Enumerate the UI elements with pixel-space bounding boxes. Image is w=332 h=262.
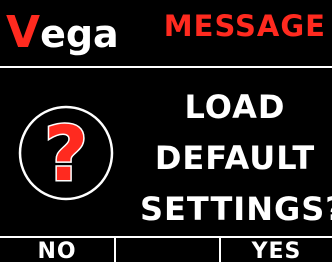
no-button[interactable]: NO xyxy=(0,238,114,262)
question-mark-icon-graphic: ? xyxy=(18,105,114,201)
yes-button[interactable]: YES xyxy=(221,238,332,262)
question-mark-icon: ? xyxy=(16,103,116,203)
device-screen: Vega MESSAGE ? LOAD DEFAULT SETTINGS? NO… xyxy=(0,0,332,262)
message-prompt: LOAD DEFAULT SETTINGS? xyxy=(140,82,332,235)
brand-logo-initial: V xyxy=(6,7,41,58)
header-divider xyxy=(0,66,332,68)
softkey-bar: NO YES xyxy=(0,236,332,262)
blank-softkey[interactable] xyxy=(116,238,219,262)
question-glyph: ? xyxy=(44,109,88,198)
header-bar: Vega MESSAGE xyxy=(0,0,332,66)
brand-logo: Vega xyxy=(6,6,119,60)
prompt-line-1: LOAD xyxy=(184,88,286,126)
prompt-line-3: SETTINGS? xyxy=(140,190,332,228)
screen-title: MESSAGE xyxy=(163,9,326,43)
brand-logo-rest: ega xyxy=(40,12,119,56)
prompt-line-2: DEFAULT xyxy=(154,139,316,177)
